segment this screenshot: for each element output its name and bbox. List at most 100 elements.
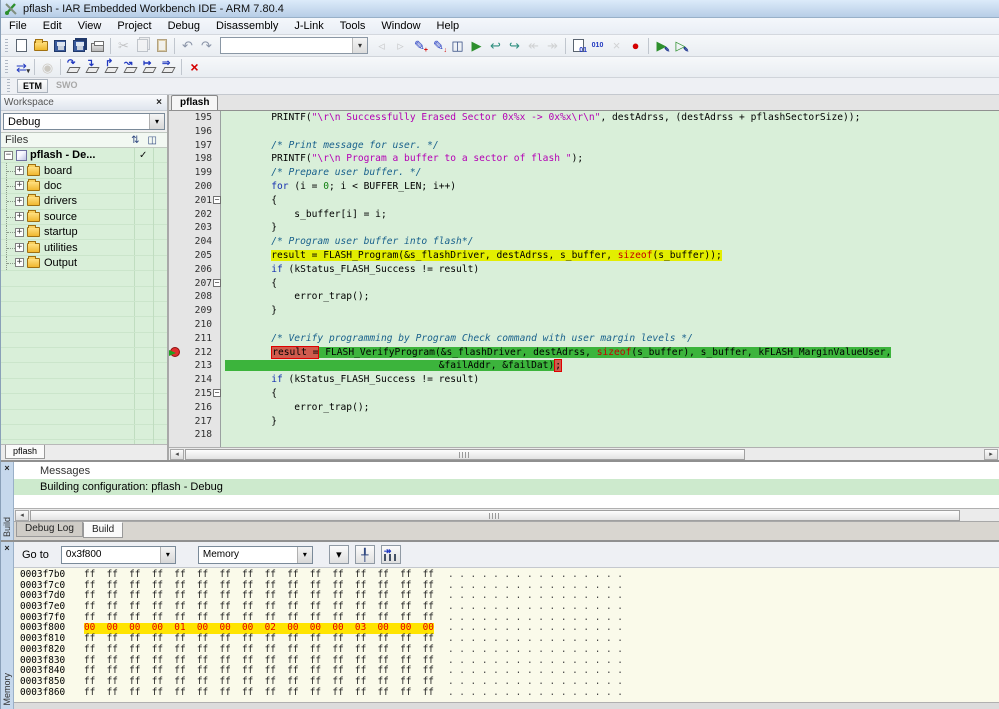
tree-folder-drivers[interactable]: +drivers <box>1 194 167 209</box>
expand-icon[interactable]: + <box>15 212 24 221</box>
sort-icon[interactable]: ⇅ <box>131 135 139 146</box>
memory-row-0003f860[interactable]: 0003f860ff ff ff ff ff ff ff ff ff ff ff… <box>20 688 999 699</box>
open-file-icon[interactable] <box>31 37 50 55</box>
expand-icon[interactable]: + <box>15 166 24 175</box>
code-line-210[interactable]: 210 <box>169 318 999 332</box>
build-close-icon[interactable]: × <box>4 463 9 473</box>
code-line-215[interactable]: 215− { <box>169 387 999 401</box>
code-line-207[interactable]: 207− { <box>169 277 999 291</box>
editor-horizontal-scrollbar[interactable]: ◂ ▸ <box>169 447 999 460</box>
navigate-back-icon[interactable]: ↩ <box>486 37 505 55</box>
menu-disassembly[interactable]: Disassembly <box>208 19 286 33</box>
expand-icon[interactable]: + <box>15 258 24 267</box>
tree-folder-utilities[interactable]: +utilities <box>1 240 167 255</box>
find-next-icon[interactable]: ▹ <box>391 37 410 55</box>
run-to-cursor-icon[interactable]: ↦ <box>140 58 159 76</box>
workspace-tab-pflash[interactable]: pflash <box>5 445 45 459</box>
new-document-icon[interactable] <box>12 37 31 55</box>
build-message-row[interactable]: Building configuration: pflash - Debug <box>14 479 999 495</box>
code-area[interactable]: 195 PRINTF("\r\n Successfully Erased Sec… <box>169 111 999 447</box>
code-line-212[interactable]: 212 result = FLASH_VerifyProgram(&s_flas… <box>169 346 999 360</box>
editor-tab-pflash[interactable]: pflash <box>171 95 218 110</box>
stop-build-icon[interactable]: × <box>607 37 626 55</box>
menu-window[interactable]: Window <box>373 19 428 33</box>
expand-icon[interactable]: + <box>15 181 24 190</box>
tree-folder-source[interactable]: +source <box>1 210 167 225</box>
code-line-213[interactable]: 213 &failAddr, &failDat); <box>169 359 999 373</box>
next-statement-icon[interactable]: ↝ <box>121 58 140 76</box>
memory-bytes[interactable]: ff ff ff ff ff ff ff ff ff ff ff ff ff f… <box>84 677 434 688</box>
scrollbar-thumb[interactable] <box>185 449 745 460</box>
step-over-icon[interactable]: ↷ <box>64 58 83 76</box>
chevron-down-icon[interactable]: ▾ <box>160 547 175 563</box>
next-location-icon[interactable]: ↠ <box>543 37 562 55</box>
find-previous-icon[interactable]: ◃ <box>372 37 391 55</box>
memory-live-update-button[interactable]: ↠ <box>381 545 401 564</box>
tree-folder-output[interactable]: +Output <box>1 256 167 271</box>
output-column-icon[interactable]: ◫ <box>148 135 157 146</box>
collapse-icon[interactable]: − <box>4 151 13 160</box>
code-line-196[interactable]: 196 <box>169 125 999 139</box>
paste-icon[interactable] <box>152 37 171 55</box>
go-icon[interactable]: ⇒ <box>159 58 178 76</box>
memory-options-dropdown[interactable]: ▾ <box>329 545 349 564</box>
step-into-icon[interactable]: ↴ <box>83 58 102 76</box>
undo-icon[interactable]: ↶ <box>178 37 197 55</box>
menu-jlink[interactable]: J-Link <box>286 19 331 33</box>
workspace-close-icon[interactable]: × <box>154 97 164 108</box>
next-bookmark-icon[interactable]: ✎↓ <box>429 37 448 55</box>
code-line-209[interactable]: 209 } <box>169 304 999 318</box>
swo-button[interactable]: SWO <box>51 79 83 93</box>
code-line-204[interactable]: 204 /* Program user buffer into flash*/ <box>169 235 999 249</box>
scroll-left-icon[interactable]: ◂ <box>170 449 184 460</box>
code-line-197[interactable]: 197 /* Print message for user. */ <box>169 139 999 153</box>
memory-columns-button[interactable]: ╀ <box>355 545 375 564</box>
chevron-down-icon[interactable]: ▾ <box>297 547 312 563</box>
menu-view[interactable]: View <box>70 19 110 33</box>
build-log-area[interactable] <box>14 495 999 508</box>
menu-debug[interactable]: Debug <box>160 19 208 33</box>
save-all-icon[interactable] <box>69 37 88 55</box>
expand-icon[interactable]: + <box>15 197 24 206</box>
toggle-breakpoint-icon[interactable]: ● <box>626 37 645 55</box>
copy-icon[interactable] <box>133 37 152 55</box>
chevron-down-icon[interactable]: ▾ <box>352 38 367 53</box>
break-icon[interactable]: ◉ <box>38 58 57 76</box>
menu-edit[interactable]: Edit <box>35 19 70 33</box>
previous-location-icon[interactable]: ↞ <box>524 37 543 55</box>
memory-hex-dump[interactable]: 0003f7b0ff ff ff ff ff ff ff ff ff ff ff… <box>14 568 999 702</box>
tree-folder-board[interactable]: +board <box>1 163 167 178</box>
code-line-211[interactable]: 211 /* Verify programming by Program Che… <box>169 332 999 346</box>
configuration-dropdown[interactable]: Debug ▾ <box>3 113 165 130</box>
code-line-199[interactable]: 199 /* Prepare user buffer. */ <box>169 166 999 180</box>
scroll-left-icon[interactable]: ◂ <box>15 510 29 521</box>
memory-close-icon[interactable]: × <box>4 543 9 553</box>
code-line-208[interactable]: 208 error_trap(); <box>169 290 999 304</box>
tab-debug-log[interactable]: Debug Log <box>16 522 83 537</box>
print-icon[interactable] <box>88 37 107 55</box>
goto-address-combo[interactable]: 0x3f800 ▾ <box>61 546 176 564</box>
files-column-header[interactable]: Files ⇅ ◫ <box>1 132 167 148</box>
code-line-216[interactable]: 216 error_trap(); <box>169 401 999 415</box>
memory-bytes[interactable]: ff ff ff ff ff ff ff ff ff ff ff ff ff f… <box>84 688 434 699</box>
reset-icon[interactable]: ⇄▾ <box>12 58 31 76</box>
menu-project[interactable]: Project <box>109 19 159 33</box>
debug-without-downloading-icon[interactable]: ▷✎ <box>671 37 690 55</box>
redo-icon[interactable]: ↷ <box>197 37 216 55</box>
code-line-203[interactable]: 203 } <box>169 221 999 235</box>
fold-collapse-icon[interactable]: − <box>213 196 221 204</box>
download-and-debug-icon[interactable]: ▶✎ <box>652 37 671 55</box>
code-line-214[interactable]: 214 if (kStatus_FLASH_Success != result) <box>169 373 999 387</box>
breakpoint-execution-icon[interactable] <box>170 347 180 357</box>
find-in-files-icon[interactable]: ◫ <box>448 37 467 55</box>
navigate-forward-icon[interactable]: ↪ <box>505 37 524 55</box>
tree-folder-doc[interactable]: +doc <box>1 179 167 194</box>
compile-icon[interactable]: 01 <box>569 37 588 55</box>
stop-debugging-icon[interactable]: × <box>185 58 204 76</box>
scrollbar-thumb[interactable] <box>30 510 960 521</box>
build-horizontal-scrollbar[interactable]: ◂ <box>14 508 999 521</box>
tab-build[interactable]: Build <box>83 522 123 538</box>
code-line-206[interactable]: 206 if (kStatus_FLASH_Success != result) <box>169 263 999 277</box>
menu-tools[interactable]: Tools <box>332 19 374 33</box>
code-line-201[interactable]: 201− { <box>169 194 999 208</box>
